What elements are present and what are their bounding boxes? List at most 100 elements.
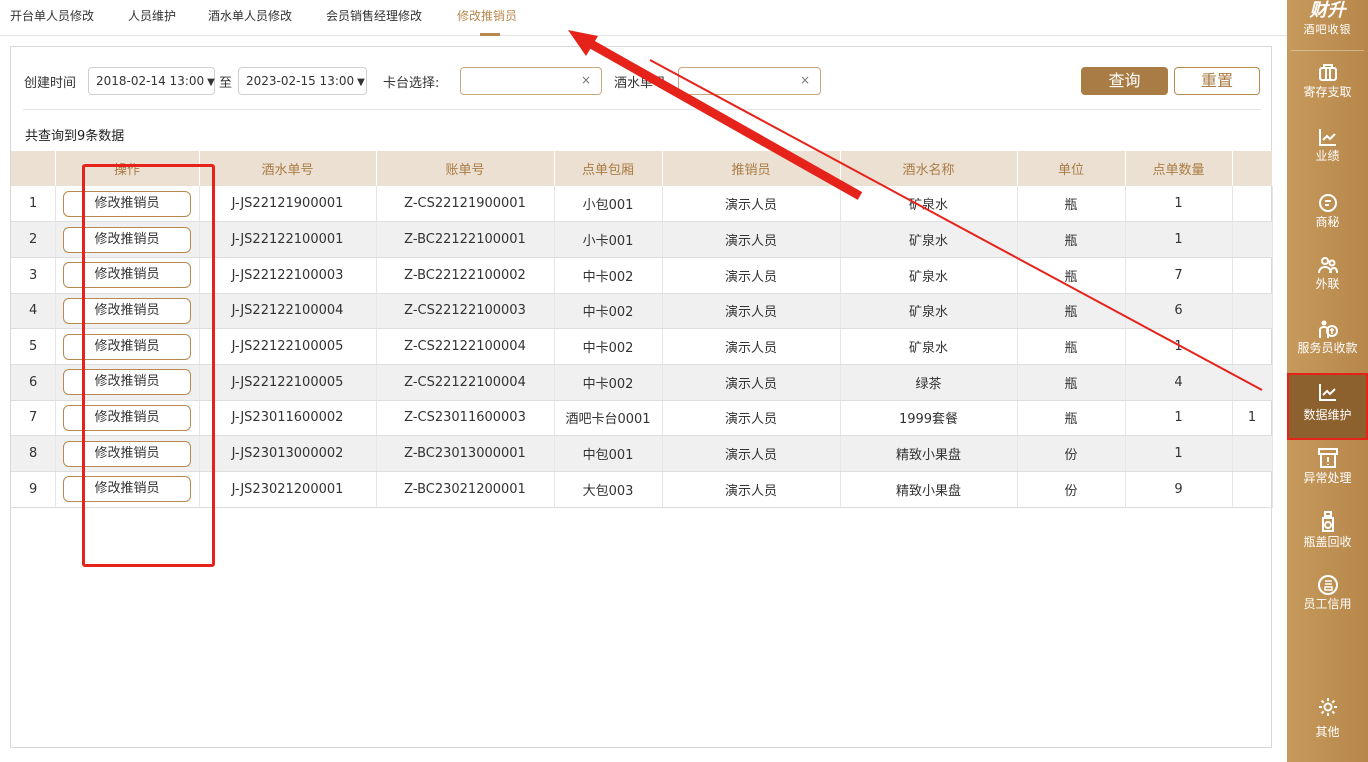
- cell-room: 中卡002: [554, 257, 663, 294]
- table-row[interactable]: 5 修改推销员 J-JS22122100005 Z-CS22122100004 中卡00…: [11, 328, 1273, 365]
- drink-order-no-input[interactable]: ×: [678, 67, 821, 95]
- cell-room: 中卡002: [554, 328, 663, 365]
- cell-salesman: 演示人员: [662, 364, 841, 401]
- table-row[interactable]: 4 修改推销员 J-JS22122100004 Z-CS22122100003 中卡00…: [11, 293, 1273, 330]
- col-header-room: 点单包厢: [554, 151, 663, 186]
- cell-qty: 1: [1125, 221, 1233, 258]
- drink-order-no-label: 酒水单号: [614, 76, 667, 91]
- cell-drink-no: J-JS22122100005: [199, 364, 377, 401]
- active-tab-indicator: [480, 33, 500, 36]
- cell-extra: 1: [1232, 400, 1273, 437]
- cell-salesman: 演示人员: [662, 257, 841, 294]
- cell-salesman: 演示人员: [662, 293, 841, 330]
- date-range-to-label: 至: [219, 76, 233, 91]
- cell-salesman: 演示人员: [662, 435, 841, 472]
- col-header-drink-name: 酒水名称: [840, 151, 1018, 186]
- reset-button[interactable]: 重置: [1174, 67, 1260, 95]
- cell-qty: 1: [1125, 400, 1233, 437]
- edit-salesman-button[interactable]: 修改推销员: [63, 476, 191, 503]
- sidebar-item-storage[interactable]: 寄存支取: [1287, 62, 1368, 114]
- sidebar-item-staff-credit[interactable]: 员工信用: [1287, 574, 1368, 622]
- cell-index: 9: [11, 471, 56, 508]
- cell-drink-no: J-JS23021200001: [199, 471, 377, 508]
- chart-icon: [1318, 384, 1336, 401]
- sidebar-item-waiter-payment[interactable]: 服务员收款: [1287, 318, 1368, 366]
- storage-icon: [1318, 64, 1337, 81]
- cell-room: 大包003: [554, 471, 663, 508]
- cell-salesman: 演示人员: [662, 400, 841, 437]
- cell-qty: 7: [1125, 257, 1233, 294]
- tab-edit-salesman[interactable]: 修改推销员: [457, 7, 517, 24]
- edit-salesman-button[interactable]: 修改推销员: [63, 404, 191, 431]
- edit-salesman-button[interactable]: 修改推销员: [63, 226, 191, 253]
- cell-unit: 份: [1017, 435, 1126, 472]
- end-date-select[interactable]: 2023-02-15 13:00 ▼: [238, 67, 367, 95]
- table-row[interactable]: 3 修改推销员 J-JS22122100003 Z-BC22122100002 中卡00…: [11, 257, 1273, 294]
- table-body: 1 修改推销员 J-JS22121900001 Z-CS22121900001 小包00…: [11, 186, 1273, 508]
- cell-drink-no: J-JS22122100004: [199, 293, 377, 330]
- cell-qty: 1: [1125, 435, 1233, 472]
- edit-salesman-button[interactable]: 修改推销员: [63, 333, 191, 360]
- clear-icon[interactable]: ×: [581, 73, 591, 87]
- table-header-row: 操作 酒水单号 账单号 点单包厢 推销员 酒水名称 单位 点单数量: [11, 151, 1273, 186]
- cell-bill-no: Z-BC23021200001: [376, 471, 555, 508]
- cell-action: 修改推销员: [55, 435, 200, 472]
- tab-drink-order-staff-edit[interactable]: 酒水单人员修改: [208, 7, 292, 24]
- cell-unit: 瓶: [1017, 364, 1126, 401]
- logo-divider: [1291, 50, 1364, 51]
- table-row[interactable]: 1 修改推销员 J-JS22121900001 Z-CS22121900001 小包00…: [11, 186, 1273, 223]
- sidebar-item-exception[interactable]: 异常处理: [1287, 446, 1368, 494]
- cell-action: 修改推销员: [55, 186, 200, 223]
- col-header-unit: 单位: [1017, 151, 1126, 186]
- table-row[interactable]: 6 修改推销员 J-JS22122100005 Z-CS22122100004 中卡00…: [11, 364, 1273, 401]
- cell-bill-no: Z-BC23013000001: [376, 435, 555, 472]
- tab-member-sales-manager-edit[interactable]: 会员销售经理修改: [326, 7, 422, 24]
- cell-drink-name: 精致小果盘: [840, 471, 1018, 508]
- clear-icon[interactable]: ×: [800, 73, 810, 87]
- table-row[interactable]: 9 修改推销员 J-JS23021200001 Z-BC23021200001 大包00…: [11, 471, 1273, 508]
- cell-action: 修改推销员: [55, 400, 200, 437]
- cell-drink-name: 矿泉水: [840, 257, 1018, 294]
- sidebar-item-secretary[interactable]: 商秘: [1287, 192, 1368, 240]
- cell-index: 3: [11, 257, 56, 294]
- cell-action: 修改推销员: [55, 221, 200, 258]
- cell-action: 修改推销员: [55, 257, 200, 294]
- col-header-salesman: 推销员: [662, 151, 841, 186]
- cell-index: 4: [11, 293, 56, 330]
- sidebar-item-performance[interactable]: 业绩: [1287, 126, 1368, 174]
- cell-unit: 瓶: [1017, 328, 1126, 365]
- table-row[interactable]: 2 修改推销员 J-JS22122100001 Z-BC22122100001 小卡00…: [11, 221, 1273, 258]
- brand-logo: 财升 酒吧收银: [1287, 0, 1368, 38]
- tab-staff-maintenance[interactable]: 人员维护: [128, 7, 176, 24]
- cell-salesman: 演示人员: [662, 186, 841, 223]
- edit-salesman-button[interactable]: 修改推销员: [63, 262, 191, 289]
- edit-salesman-button[interactable]: 修改推销员: [63, 297, 191, 324]
- cell-room: 中卡002: [554, 364, 663, 401]
- cell-drink-name: 绿茶: [840, 364, 1018, 401]
- table-row[interactable]: 8 修改推销员 J-JS23013000002 Z-BC23013000001 中包00…: [11, 435, 1273, 472]
- edit-salesman-button[interactable]: 修改推销员: [63, 440, 191, 467]
- query-button[interactable]: 查询: [1081, 67, 1168, 95]
- sidebar-item-bottle-cap[interactable]: 瓶盖回收: [1287, 510, 1368, 558]
- edit-salesman-button[interactable]: 修改推销员: [63, 190, 191, 217]
- main-panel: 创建时间 2018-02-14 13:00 ▼ 至 2023-02-15 13:0…: [10, 46, 1273, 748]
- table-select-input[interactable]: ×: [460, 67, 602, 95]
- credit-icon: [1317, 575, 1338, 595]
- cell-unit: 份: [1017, 471, 1126, 508]
- start-date-select[interactable]: 2018-02-14 13:00 ▼: [88, 67, 215, 95]
- cell-salesman: 演示人员: [662, 221, 841, 258]
- sidebar-item-other[interactable]: 其他: [1287, 696, 1368, 746]
- cell-drink-no: J-JS22122100005: [199, 328, 377, 365]
- cell-extra: [1232, 221, 1273, 258]
- sidebar-item-data-maintenance[interactable]: 数据维护: [1287, 373, 1368, 440]
- cell-extra: [1232, 257, 1273, 294]
- result-count: 共查询到9条数据: [25, 129, 125, 144]
- sidebar-item-external[interactable]: 外联: [1287, 254, 1368, 302]
- tab-table-staff-edit[interactable]: 开台单人员修改: [10, 7, 94, 24]
- cell-salesman: 演示人员: [662, 471, 841, 508]
- filter-bar: 创建时间 2018-02-14 13:00 ▼ 至 2023-02-15 13:0…: [11, 47, 1271, 109]
- cell-unit: 瓶: [1017, 221, 1126, 258]
- edit-salesman-button[interactable]: 修改推销员: [63, 369, 191, 396]
- table-row[interactable]: 7 修改推销员 J-JS23011600002 Z-CS23011600003 酒吧卡台…: [11, 400, 1273, 437]
- cell-drink-name: 矿泉水: [840, 186, 1018, 223]
